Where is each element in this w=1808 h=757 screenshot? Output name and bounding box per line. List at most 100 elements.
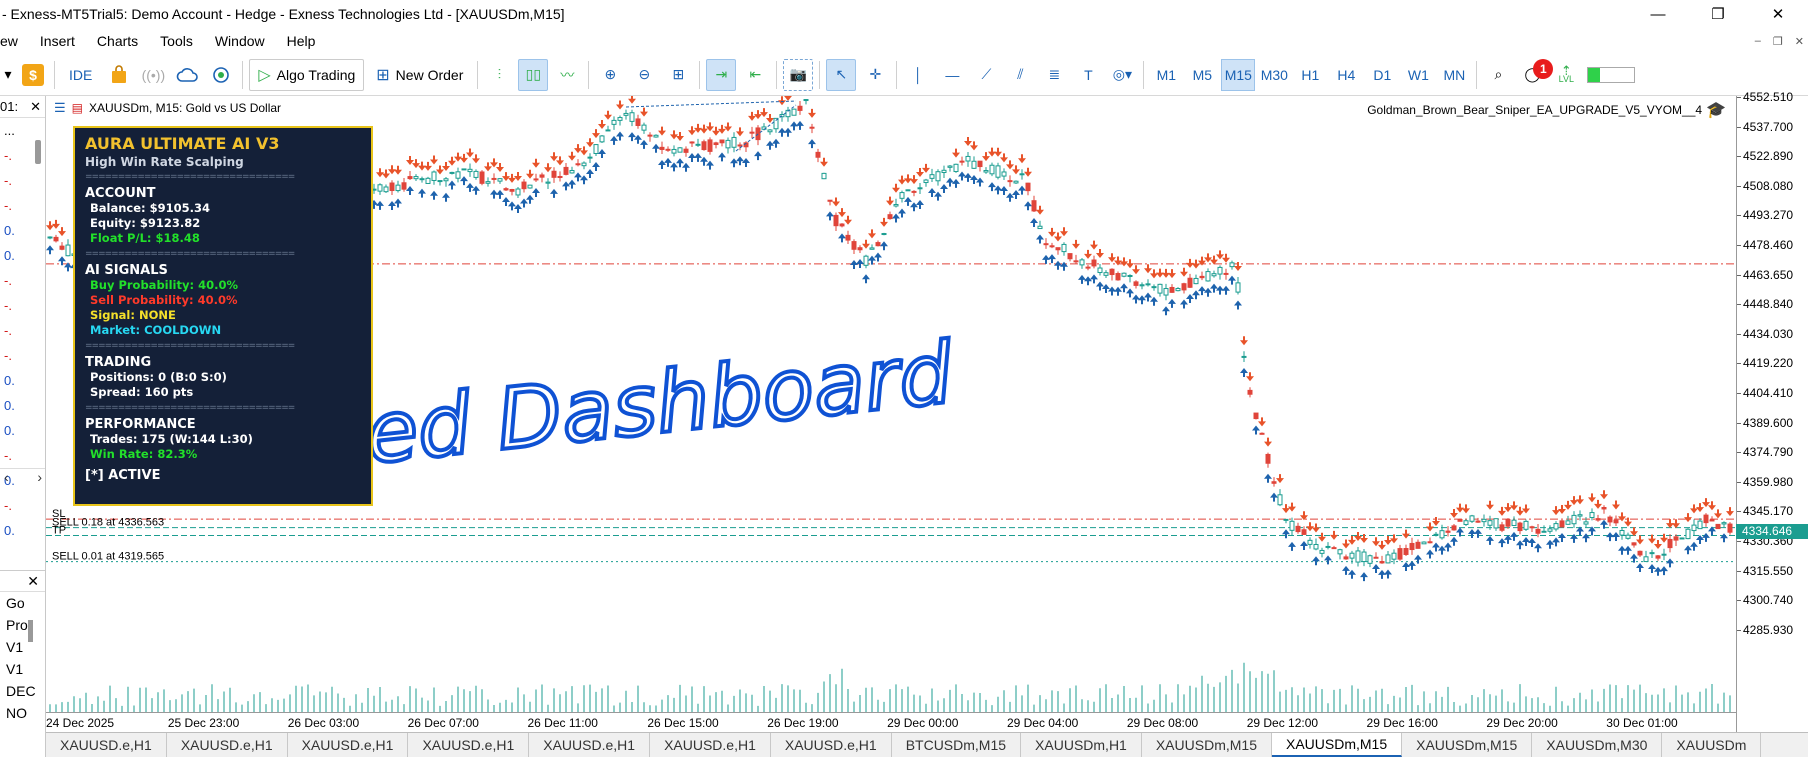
crosshair-button[interactable]: ✛ [860, 59, 890, 91]
market-watch-row[interactable]: -. [0, 293, 45, 318]
chart-tab[interactable]: XAUUSD.e,H1 [771, 733, 892, 757]
cursor-button[interactable]: ↖ [826, 58, 857, 91]
market-watch-scrollbar[interactable] [35, 140, 41, 164]
navigator-item[interactable]: DEC [0, 680, 45, 702]
minimize-button[interactable]: — [1628, 0, 1688, 28]
expert-advisor-label[interactable]: Goldman_Brown_Bear_Sniper_EA_UPGRADE_V5_… [1367, 100, 1726, 120]
line-chart-button[interactable]: 〰 [552, 59, 582, 91]
new-order-button[interactable]: ⊞ New Order [368, 59, 471, 91]
navigator-item[interactable]: NO [0, 702, 45, 724]
navigator-item[interactable]: V1 [0, 658, 45, 680]
shapes-button[interactable]: ◎▾ [1107, 59, 1137, 91]
algo-trading-button[interactable]: ▷ Algo Trading [249, 58, 365, 91]
toolbar-dropdown-icon[interactable]: ▾ [2, 59, 14, 91]
candle-body [455, 171, 461, 179]
chart-tab[interactable]: XAUUSD.e,H1 [46, 733, 167, 757]
candlestick-button[interactable]: ▯▯ [518, 58, 549, 91]
timeframe-d1[interactable]: D1 [1365, 59, 1399, 91]
mdi-minimize-button[interactable]: – [1755, 35, 1761, 47]
horizontal-line-button[interactable]: — [937, 59, 967, 91]
menu-tools[interactable]: Tools [160, 33, 205, 49]
vps-button[interactable] [172, 59, 202, 91]
market-bag-button[interactable] [104, 59, 134, 91]
chart-tab[interactable]: XAUUSDm,M15 [1271, 733, 1403, 757]
price-axis[interactable]: 4552.510 4537.700 4522.890 4508.080 4493.270… [1736, 90, 1808, 732]
chart-tab[interactable]: XAUUSDm [1662, 733, 1762, 757]
menu-charts[interactable]: Charts [97, 33, 150, 49]
market-watch-row[interactable]: -. [0, 193, 45, 218]
chart-tab[interactable]: XAUUSD.e,H1 [408, 733, 530, 757]
channel-button[interactable]: ⫽ [1005, 59, 1035, 91]
timeframe-h4[interactable]: H4 [1329, 59, 1363, 91]
scroll-right-icon[interactable]: › [37, 469, 42, 486]
chart-shift-button[interactable]: ⇤ [740, 59, 770, 91]
notifications-button[interactable]: ◯ 1 [1517, 58, 1554, 91]
level-button[interactable]: ⇡ LVL [1551, 59, 1581, 91]
timeframe-m15[interactable]: M15 [1221, 58, 1256, 91]
market-watch-row[interactable]: -. [0, 268, 45, 293]
market-watch-row[interactable]: 0. [0, 518, 45, 543]
market-watch-row[interactable]: -. [0, 343, 45, 368]
trendline-button[interactable]: ⟋ [971, 59, 1001, 91]
symbol-button[interactable]: $ [18, 59, 48, 91]
market-watch-row[interactable]: 0. [0, 368, 45, 393]
timeframe-m30[interactable]: M30 [1257, 59, 1291, 91]
tile-windows-button[interactable]: ⊞ [663, 59, 693, 91]
chart-tab[interactable]: XAUUSDm,M15 [1402, 733, 1533, 757]
close-button[interactable]: ✕ [1748, 0, 1808, 28]
time-axis[interactable]: 24 Dec 2025 25 Dec 23:00 26 Dec 03:00 26 De… [46, 712, 1736, 732]
chart-tab[interactable]: XAUUSDm,M30 [1532, 733, 1663, 757]
menu-window[interactable]: Window [215, 33, 277, 49]
mdi-restore-button[interactable]: ❐ [1773, 35, 1783, 48]
market-watch-row[interactable]: -. [0, 168, 45, 193]
chart-tab[interactable]: XAUUSD.e,H1 [167, 733, 288, 757]
zoom-out-button[interactable]: ⊖ [629, 59, 659, 91]
timeframe-m5[interactable]: M5 [1185, 59, 1219, 91]
zoom-in-button[interactable]: ⊕ [595, 59, 625, 91]
community-button[interactable] [206, 59, 236, 91]
chart-tab[interactable]: XAUUSD.e,H1 [529, 733, 651, 757]
menu-help[interactable]: Help [287, 33, 328, 49]
ide-button[interactable]: IDE [61, 59, 100, 91]
restore-button[interactable]: ❐ [1688, 0, 1748, 28]
menu-insert[interactable]: Insert [40, 33, 87, 49]
timeframe-w1[interactable]: W1 [1401, 59, 1435, 91]
vertical-line-button[interactable]: │ [903, 59, 933, 91]
chart-list-icon[interactable]: ☰ [54, 100, 66, 116]
market-watch-row[interactable]: -. [0, 318, 45, 343]
search-button[interactable]: ⌕ [1483, 59, 1513, 91]
fibonacci-button[interactable]: ≣ [1039, 59, 1069, 91]
chart-one-click-icon[interactable]: ▤ [72, 101, 83, 115]
market-watch-row[interactable]: -. [0, 443, 45, 468]
market-watch-row[interactable]: -. [0, 493, 45, 518]
market-watch-row[interactable]: 0. [0, 243, 45, 268]
text-button[interactable]: T [1073, 59, 1103, 91]
market-watch-row[interactable]: 0. [0, 218, 45, 243]
mdi-close-button[interactable]: ✕ [1795, 35, 1804, 48]
timeframe-m1[interactable]: M1 [1149, 59, 1183, 91]
signals-button[interactable]: ((•)) [138, 59, 168, 91]
navigator-item[interactable]: Pro [0, 614, 45, 636]
dashboard-spread: Spread: 160 pts [90, 385, 194, 399]
market-watch-close-button[interactable]: ✕ [30, 99, 41, 115]
market-watch-hscroll[interactable]: ‹ › [0, 468, 45, 486]
navigator-item[interactable]: V1 [0, 636, 45, 658]
market-watch-row[interactable]: 0. [0, 393, 45, 418]
chart-tab[interactable]: XAUUSDm,H1 [1021, 733, 1142, 757]
chart-tab[interactable]: XAUUSD.e,H1 [650, 733, 771, 757]
navigator-close-button[interactable]: ✕ [27, 573, 39, 590]
timeframe-mn[interactable]: MN [1437, 59, 1471, 91]
candle-body [1259, 432, 1265, 435]
chart-tab[interactable]: XAUUSD.e,H1 [288, 733, 409, 757]
chart-tab[interactable]: BTCUSDm,M15 [892, 733, 1022, 757]
navigator-item[interactable]: Go [0, 592, 45, 614]
bar-chart-button[interactable]: ⫶ [484, 59, 514, 91]
autoscroll-button[interactable]: ⇥ [706, 58, 737, 91]
chart-tab[interactable]: XAUUSDm,M15 [1142, 733, 1272, 757]
market-watch-row[interactable]: 0. [0, 418, 45, 443]
timeframe-h1[interactable]: H1 [1293, 59, 1327, 91]
navigator-scrollbar[interactable] [28, 620, 33, 642]
scroll-left-icon[interactable]: ‹ [4, 469, 9, 486]
menu-view[interactable]: ew [0, 33, 30, 49]
screenshot-button[interactable]: 📷 [783, 58, 814, 91]
